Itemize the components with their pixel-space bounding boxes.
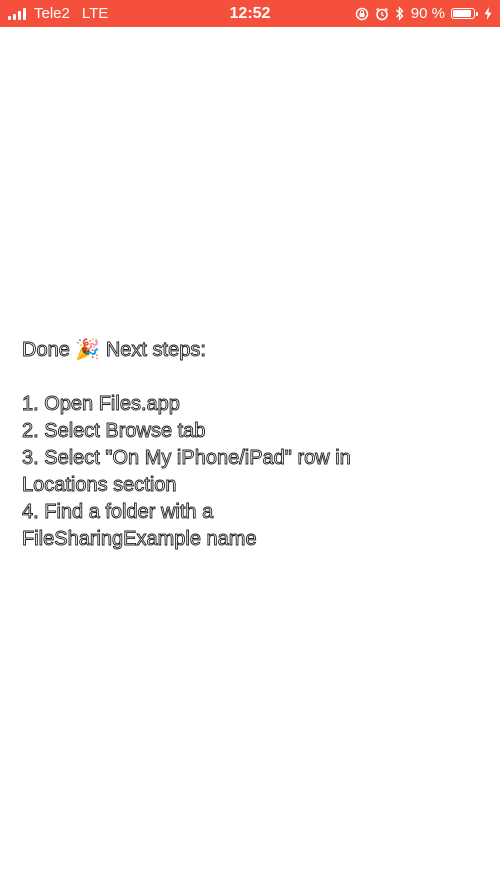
instructions-heading: Done 🎉 Next steps: bbox=[22, 337, 482, 364]
bluetooth-icon bbox=[395, 6, 405, 21]
battery-icon bbox=[451, 8, 478, 19]
instructions-text: Done 🎉 Next steps: 1. Open Files.app 2. … bbox=[22, 337, 482, 553]
clock-time: 12:52 bbox=[229, 4, 271, 22]
battery-percent: 90 % bbox=[410, 5, 445, 22]
step-line: 4. Find a folder with a bbox=[22, 501, 214, 524]
battery-fill bbox=[453, 10, 471, 17]
alarm-icon bbox=[375, 7, 389, 21]
step-line: 3. Select "On My iPhone/iPad" row in bbox=[22, 447, 352, 470]
step-line: FileSharingExample name bbox=[22, 528, 257, 551]
step-line: Locations section bbox=[22, 474, 177, 497]
rotation-lock-icon bbox=[355, 7, 369, 21]
status-bar-right: 90 % bbox=[355, 0, 492, 27]
party-popper-icon: 🎉 bbox=[75, 339, 101, 361]
heading-prefix: Done bbox=[22, 339, 71, 362]
heading-suffix: Next steps: bbox=[105, 339, 206, 362]
status-bar: Tele2 LTE 12:52 90 % bbox=[0, 0, 500, 27]
step-line: 2. Select Browse tab bbox=[22, 420, 206, 443]
charging-icon bbox=[484, 7, 492, 20]
step-line: 1. Open Files.app bbox=[22, 393, 181, 416]
